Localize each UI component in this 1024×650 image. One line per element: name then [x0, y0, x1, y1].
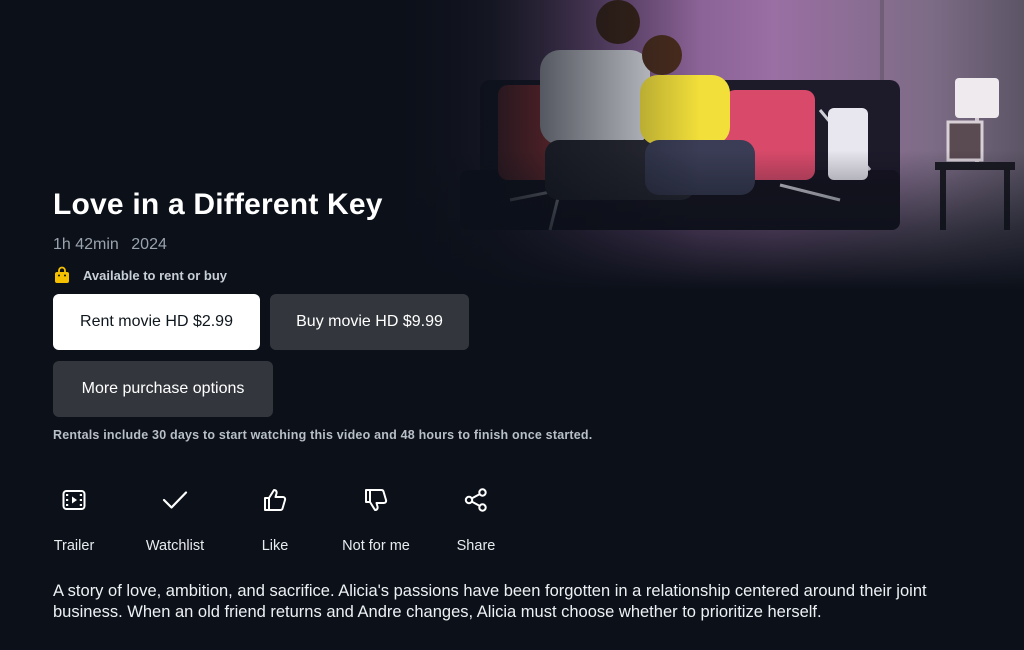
rent-movie-button[interactable]: Rent movie HD $2.99 — [53, 294, 260, 350]
movie-meta: 1h 42min 2024 — [53, 236, 167, 254]
buy-movie-button[interactable]: Buy movie HD $9.99 — [270, 294, 469, 350]
share-button[interactable]: Share — [450, 485, 502, 554]
not-for-me-label: Not for me — [342, 538, 410, 554]
share-label: Share — [456, 538, 496, 554]
trailer-button[interactable]: Trailer — [40, 485, 108, 554]
not-for-me-button[interactable]: Not for me — [330, 485, 422, 554]
availability-row: Available to rent or buy — [53, 266, 227, 284]
release-year: 2024 — [131, 236, 167, 253]
more-purchase-options-button[interactable]: More purchase options — [53, 361, 273, 417]
rental-terms-note: Rentals include 30 days to start watchin… — [53, 428, 593, 442]
movie-title: Love in a Different Key — [53, 188, 383, 221]
like-label: Like — [261, 538, 289, 554]
share-icon — [461, 485, 491, 515]
shopping-bag-icon — [53, 266, 71, 284]
trailer-icon — [59, 485, 89, 515]
availability-text: Available to rent or buy — [83, 267, 227, 283]
watchlist-button[interactable]: Watchlist — [136, 485, 214, 554]
thumbs-up-icon — [260, 485, 290, 515]
like-button[interactable]: Like — [250, 485, 300, 554]
hero-fade-bottom — [400, 150, 1024, 290]
trailer-label: Trailer — [53, 538, 95, 554]
thumbs-down-icon — [361, 485, 391, 515]
duration: 1h 42min — [53, 236, 119, 253]
checkmark-icon — [160, 485, 190, 515]
detail-page: Love in a Different Key 1h 42min 2024 Av… — [0, 0, 1024, 650]
movie-description: A story of love, ambition, and sacrifice… — [53, 582, 927, 621]
watchlist-label: Watchlist — [145, 538, 205, 554]
